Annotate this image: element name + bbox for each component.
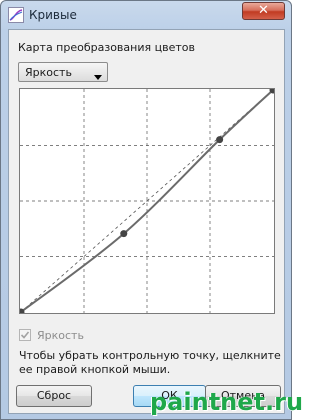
site-watermark: paintnet.ru xyxy=(150,388,304,416)
curves-dialog-window: Кривые ✕ Карта преобразования цветов Ярк… xyxy=(0,0,292,420)
close-icon: ✕ xyxy=(258,3,269,18)
mode-select-value: Яркость xyxy=(25,66,72,79)
control-point[interactable] xyxy=(216,136,224,144)
hint-text: Чтобы убрать контрольную точку, щелкните… xyxy=(19,349,281,376)
window-title: Кривые xyxy=(29,8,77,22)
color-map-label: Карта преобразования цветов xyxy=(18,41,195,54)
checkmark-icon xyxy=(20,331,30,339)
chevron-down-icon xyxy=(94,70,102,83)
curve-graph[interactable] xyxy=(20,89,274,313)
curves-app-icon xyxy=(8,7,24,23)
luminosity-checkbox[interactable] xyxy=(19,329,31,341)
control-point[interactable] xyxy=(120,230,128,238)
title-bar[interactable]: Кривые ✕ xyxy=(1,1,291,29)
close-button[interactable]: ✕ xyxy=(242,2,285,20)
curve-editor[interactable] xyxy=(19,88,275,314)
dialog-client-area: Карта преобразования цветов Яркость Ярко… xyxy=(8,29,285,414)
mode-select[interactable]: Яркость xyxy=(18,62,108,82)
luminosity-checkbox-label: Яркость xyxy=(37,329,84,342)
reset-button[interactable]: Сброс xyxy=(16,385,92,407)
